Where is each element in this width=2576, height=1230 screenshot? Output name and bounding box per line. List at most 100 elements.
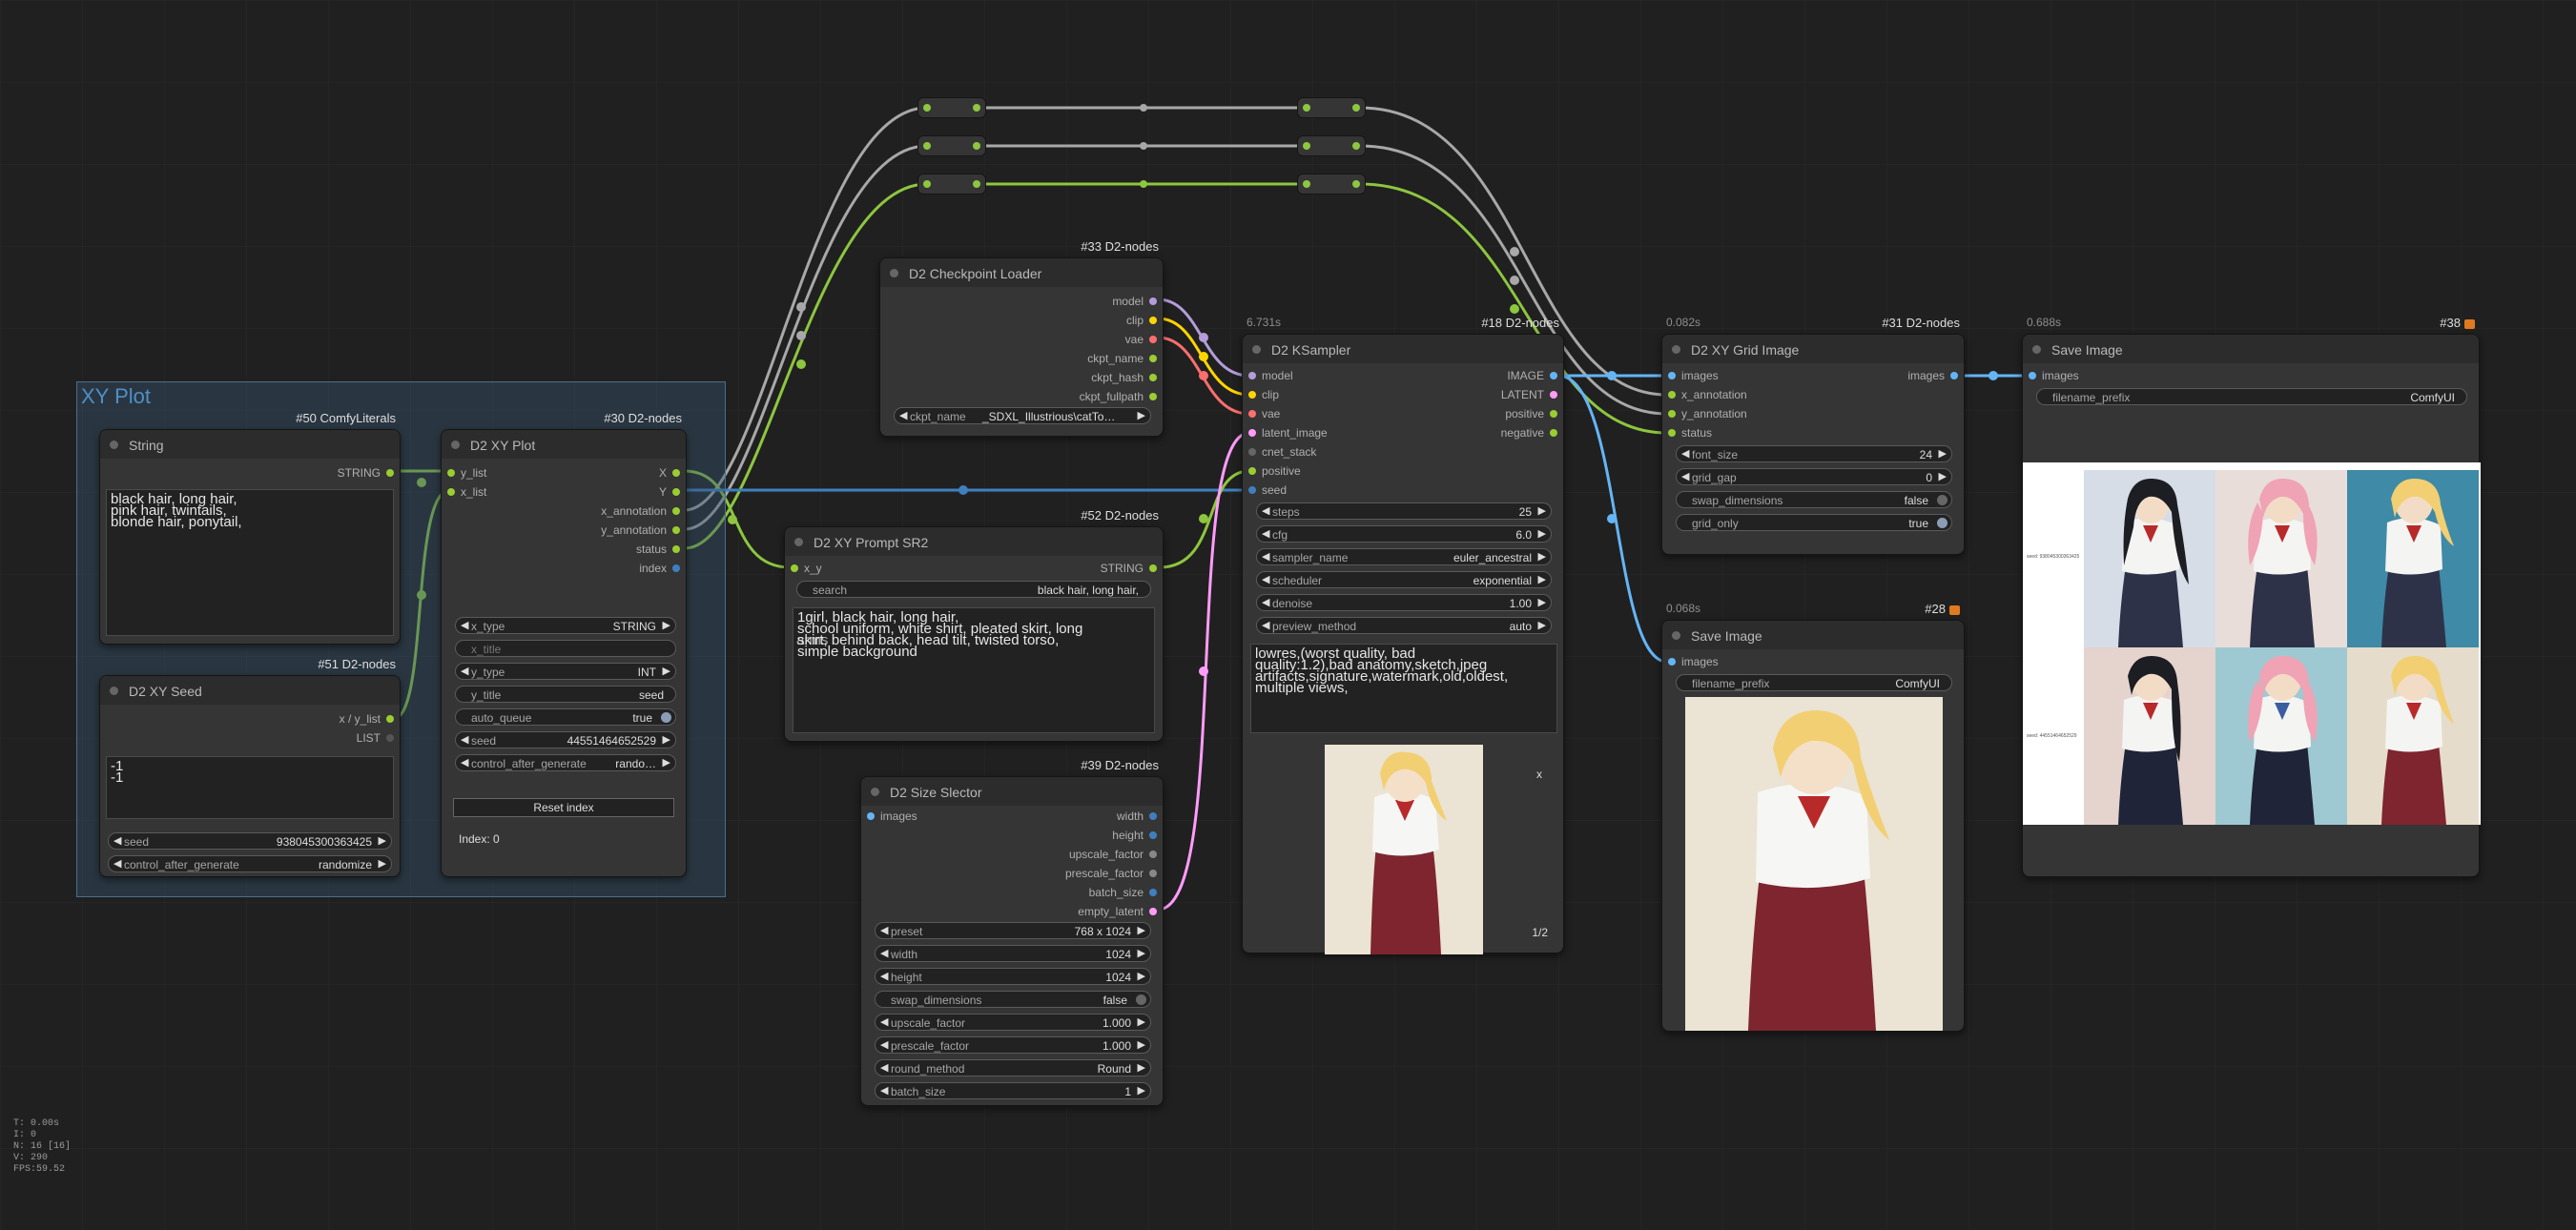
preset-widget[interactable]: ◀ preset 768 x 1024 ▶ xyxy=(875,922,1151,939)
control-after-generate-widget[interactable]: ◀ control_after_generate rando… ▶ xyxy=(455,754,676,771)
negative-textarea[interactable]: lowres,(worst quality, bad quality:1.2),… xyxy=(1250,644,1557,733)
save-image-28-node[interactable]: 0.068s #28 Save Image images filename_pr… xyxy=(1661,602,1965,1032)
output-height[interactable]: height xyxy=(1112,829,1159,842)
input-images[interactable]: images xyxy=(2025,369,2079,382)
reroute-node[interactable] xyxy=(917,135,986,156)
filename-prefix-input[interactable]: filename_prefix ComfyUI xyxy=(1676,674,1952,691)
size-selector-node[interactable]: #39 D2-nodes D2 Size Slector images widt… xyxy=(860,758,1164,1106)
output-upscale-factor[interactable]: upscale_factor xyxy=(1069,848,1159,861)
output-vae[interactable]: vae xyxy=(1125,333,1159,346)
x-type-widget[interactable]: ◀ x_type STRING ▶ xyxy=(455,617,676,634)
output-xy-list[interactable]: x / y_list xyxy=(340,712,396,726)
swap-dimensions-toggle[interactable]: swap_dimensions false xyxy=(875,991,1151,1008)
output-clip[interactable]: clip xyxy=(1126,314,1159,327)
string-node[interactable]: #50 ComfyLiterals String STRING black ha… xyxy=(99,411,401,645)
font-size-widget[interactable]: ◀ font_size 24 ▶ xyxy=(1676,445,1952,462)
output-list[interactable]: LIST xyxy=(357,731,396,745)
row-label: seed: 44551464652529 xyxy=(2027,733,2077,739)
input-x-list[interactable]: x_list xyxy=(443,485,486,499)
filename-prefix-input[interactable]: filename_prefix ComfyUI xyxy=(2036,388,2467,405)
node-badge: #50 ComfyLiterals xyxy=(296,411,396,425)
node-title: D2 Size Slector xyxy=(890,785,982,800)
xy-seed-node[interactable]: #51 D2-nodes D2 XY Seed x / y_list LIST … xyxy=(99,657,401,877)
output-model[interactable]: model xyxy=(1112,295,1159,308)
output-status[interactable]: status xyxy=(636,543,682,556)
output-image[interactable]: IMAGE xyxy=(1507,369,1559,382)
save-image-38-node[interactable]: 0.688s #38 Save Image images filename_pr… xyxy=(2022,316,2481,877)
output-negative[interactable]: negative xyxy=(1501,426,1559,440)
batch-size-widget[interactable]: ◀ batch_size 1 ▶ xyxy=(875,1082,1151,1099)
input-vae[interactable]: vae xyxy=(1245,407,1280,420)
ckpt-name-widget[interactable]: ◀ ckpt_name _SDXL_Illustrious\catTo… ▶ xyxy=(894,407,1151,424)
input-images[interactable]: images xyxy=(1664,655,1719,668)
auto-queue-toggle[interactable]: auto_queue true xyxy=(455,708,676,726)
prompt-textarea[interactable]: 1girl, black hair, long hair, school uni… xyxy=(793,607,1155,733)
seed-widget[interactable]: ◀ seed 44551464652529 ▶ xyxy=(455,731,676,748)
cfg-widget[interactable]: ◀ cfg 6.0 ▶ xyxy=(1256,525,1552,543)
output-images[interactable]: images xyxy=(1907,369,1960,382)
xy-grid-image-node[interactable]: 0.082s #31 D2-nodes D2 XY Grid Image ima… xyxy=(1661,316,1965,555)
round-method-widget[interactable]: ◀ round_method Round ▶ xyxy=(875,1059,1151,1076)
output-y-annotation[interactable]: y_annotation xyxy=(601,523,682,537)
output-x[interactable]: X xyxy=(659,466,682,480)
output-x-annotation[interactable]: x_annotation xyxy=(601,504,682,518)
output-ckpt-hash[interactable]: ckpt_hash xyxy=(1091,371,1159,384)
output-ckpt-fullpath[interactable]: ckpt_fullpath xyxy=(1080,390,1159,403)
reset-index-button[interactable]: Reset index xyxy=(453,798,674,817)
preview-method-widget[interactable]: ◀ preview_method auto ▶ xyxy=(1256,617,1552,634)
xy-plot-node[interactable]: #30 D2-nodes D2 XY Plot y_list x_list X … xyxy=(441,411,687,877)
string-textarea[interactable]: black hair, long hair, pink hair, twinta… xyxy=(106,489,394,636)
input-status[interactable]: status xyxy=(1664,426,1712,440)
x-title-input[interactable]: x_title xyxy=(455,640,676,657)
input-clip[interactable]: clip xyxy=(1245,388,1279,401)
reroute-node[interactable] xyxy=(917,97,986,118)
sampler-name-widget[interactable]: ◀ sampler_name euler_ancestral ▶ xyxy=(1256,548,1552,565)
output-batch-size[interactable]: batch_size xyxy=(1089,886,1159,899)
height-widget[interactable]: ◀ height 1024 ▶ xyxy=(875,968,1151,985)
swap-dimensions-toggle[interactable]: swap_dimensions false xyxy=(1676,491,1952,508)
grid-only-toggle[interactable]: grid_only true xyxy=(1676,514,1952,531)
grid-gap-widget[interactable]: ◀ grid_gap 0 ▶ xyxy=(1676,468,1952,485)
preview-close-button[interactable]: x xyxy=(1536,768,1542,781)
width-widget[interactable]: ◀ width 1024 ▶ xyxy=(875,945,1151,962)
denoise-widget[interactable]: ◀ denoise 1.00 ▶ xyxy=(1256,594,1552,611)
output-index[interactable]: index xyxy=(639,562,682,575)
output-ckpt-name[interactable]: ckpt_name xyxy=(1087,352,1159,365)
output-string[interactable]: STRING xyxy=(1101,562,1159,575)
seed-widget[interactable]: ◀ seed 938045300363425 ▶ xyxy=(108,832,392,850)
input-positive[interactable]: positive xyxy=(1245,464,1301,478)
input-y-list[interactable]: y_list xyxy=(443,466,486,480)
input-images[interactable]: images xyxy=(1664,369,1719,382)
ksampler-node[interactable]: 6.731s #18 D2-nodes D2 KSampler model cl… xyxy=(1242,316,1564,954)
xy-prompt-node[interactable]: #52 D2-nodes D2 XY Prompt SR2 x_y STRING… xyxy=(784,508,1164,742)
checkpoint-loader-node[interactable]: #33 D2-nodes D2 Checkpoint Loader model … xyxy=(879,239,1164,437)
reroute-node[interactable] xyxy=(1297,135,1366,156)
y-type-widget[interactable]: ◀ y_type INT ▶ xyxy=(455,663,676,680)
upscale-factor-widget[interactable]: ◀ upscale_factor 1.000 ▶ xyxy=(875,1014,1151,1031)
search-input[interactable]: search black hair, long hair, xyxy=(796,581,1151,598)
input-x-y[interactable]: x_y xyxy=(787,562,822,575)
prescale-factor-widget[interactable]: ◀ prescale_factor 1.000 ▶ xyxy=(875,1036,1151,1054)
input-latent-image[interactable]: latent_image xyxy=(1245,426,1328,440)
input-images[interactable]: images xyxy=(863,810,917,823)
reroute-node[interactable] xyxy=(1297,174,1366,195)
input-seed[interactable]: seed xyxy=(1245,483,1287,497)
output-empty-latent[interactable]: empty_latent xyxy=(1078,905,1159,918)
input-cnet-stack[interactable]: cnet_stack xyxy=(1245,445,1316,459)
output-y[interactable]: Y xyxy=(659,485,682,499)
output-prescale-factor[interactable]: prescale_factor xyxy=(1065,867,1159,880)
steps-widget[interactable]: ◀ steps 25 ▶ xyxy=(1256,502,1552,520)
output-latent[interactable]: LATENT xyxy=(1501,388,1559,401)
seed-textarea[interactable]: -1 -1 xyxy=(106,756,394,819)
input-x-annotation[interactable]: x_annotation xyxy=(1664,388,1747,401)
input-model[interactable]: model xyxy=(1245,369,1293,382)
scheduler-widget[interactable]: ◀ scheduler exponential ▶ xyxy=(1256,571,1552,588)
reroute-node[interactable] xyxy=(917,174,986,195)
control-after-generate-widget[interactable]: ◀ control_after_generate randomize ▶ xyxy=(108,855,392,872)
output-width[interactable]: width xyxy=(1117,810,1159,823)
reroute-node[interactable] xyxy=(1297,97,1366,118)
y-title-input[interactable]: y_title seed xyxy=(455,686,676,703)
output-string[interactable]: STRING xyxy=(338,466,396,480)
output-positive[interactable]: positive xyxy=(1505,407,1559,420)
input-y-annotation[interactable]: y_annotation xyxy=(1664,407,1747,420)
